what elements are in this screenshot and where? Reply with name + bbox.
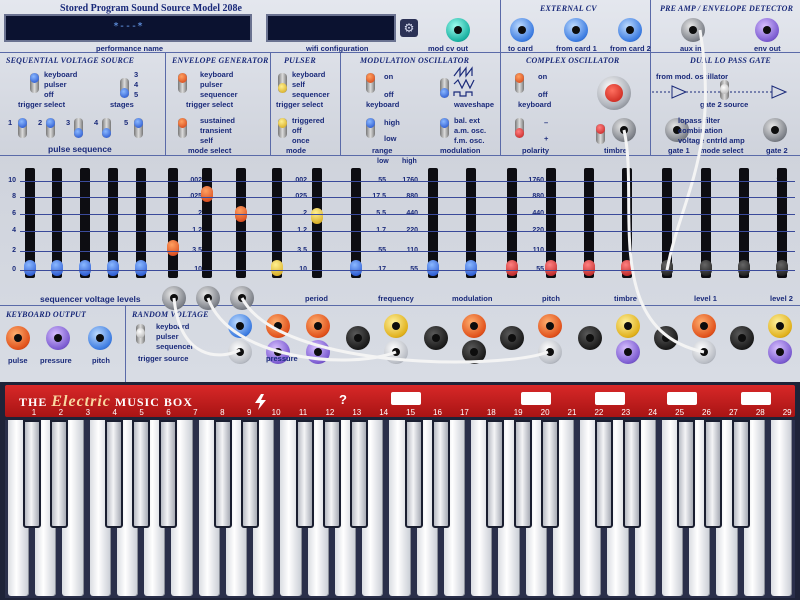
black-key[interactable]	[159, 420, 178, 528]
black-key[interactable]	[295, 420, 314, 528]
black-key[interactable]	[595, 420, 614, 528]
black-key[interactable]	[431, 420, 450, 528]
preset-button-1[interactable]	[391, 392, 421, 405]
preset-button-2[interactable]	[521, 392, 551, 405]
slider-guide-line	[20, 197, 795, 198]
key-number: 25	[675, 408, 685, 417]
key-number: 16	[433, 408, 442, 417]
key-number: 27	[728, 408, 738, 417]
key-number: 4	[112, 408, 117, 417]
brand-the: THE	[19, 395, 48, 409]
slider-guide-line	[20, 214, 795, 215]
key-number: 5	[139, 408, 144, 417]
key-number: 9	[246, 408, 252, 417]
keys	[5, 420, 795, 598]
black-key[interactable]	[213, 420, 232, 528]
black-key[interactable]	[404, 420, 423, 528]
key-number: 7	[193, 408, 198, 417]
black-key[interactable]	[704, 420, 723, 528]
key-number: 12	[325, 408, 335, 417]
key-number: 23	[621, 408, 631, 417]
key-number: 14	[379, 408, 389, 417]
black-key[interactable]	[622, 420, 641, 528]
key-number: 22	[594, 408, 604, 417]
black-key[interactable]	[540, 420, 559, 528]
preset-button-3[interactable]	[595, 392, 625, 405]
black-key[interactable]	[350, 420, 369, 528]
brand-rest: MUSIC BOX	[114, 395, 193, 409]
key-number: 24	[648, 408, 658, 417]
white-key[interactable]	[770, 420, 792, 596]
slider-guide-line	[20, 231, 795, 232]
patch-cables	[172, 29, 707, 364]
keyboard: THE Electric MUSIC BOX ? 1 2 3 4 5 6 7 8 9 10 11 12…	[0, 382, 800, 600]
slider-guide-line	[20, 251, 795, 252]
key-number: 17	[459, 408, 469, 417]
black-key[interactable]	[23, 420, 42, 528]
black-key[interactable]	[513, 420, 532, 528]
black-key[interactable]	[104, 420, 123, 528]
help-button[interactable]: ?	[339, 392, 347, 407]
keyboard-header-bar: THE Electric MUSIC BOX ? 1 2 3 4 5 6 7 8 9 10 11 12…	[5, 385, 795, 417]
key-number: 6	[166, 408, 171, 417]
key-number: 2	[58, 408, 64, 417]
synth-panel: Stored Program Sound Source Model 208e *…	[0, 0, 800, 382]
black-key[interactable]	[486, 420, 505, 528]
preset-button-5[interactable]	[741, 392, 771, 405]
key-number: 15	[406, 408, 416, 417]
black-key[interactable]	[731, 420, 750, 528]
key-number: 10	[271, 408, 281, 417]
key-number: 1	[31, 408, 37, 417]
key-number: 21	[567, 408, 577, 417]
key-number: 19	[513, 408, 523, 417]
key-number: 28	[755, 408, 765, 417]
black-key[interactable]	[241, 420, 260, 528]
black-key[interactable]	[322, 420, 341, 528]
black-key[interactable]	[677, 420, 696, 528]
key-number: 13	[352, 408, 362, 417]
slider-guide-line	[20, 270, 795, 271]
slider-guide-line	[20, 181, 795, 182]
key-number: 8	[220, 408, 225, 417]
preset-button-4[interactable]	[667, 392, 697, 405]
black-key[interactable]	[132, 420, 151, 528]
key-number: 20	[540, 408, 550, 417]
black-key[interactable]	[50, 420, 69, 528]
key-number: 11	[298, 408, 308, 417]
key-number: 18	[486, 408, 496, 417]
key-number: 3	[85, 408, 91, 417]
key-number: 26	[702, 408, 711, 417]
key-number: 29	[782, 408, 792, 417]
